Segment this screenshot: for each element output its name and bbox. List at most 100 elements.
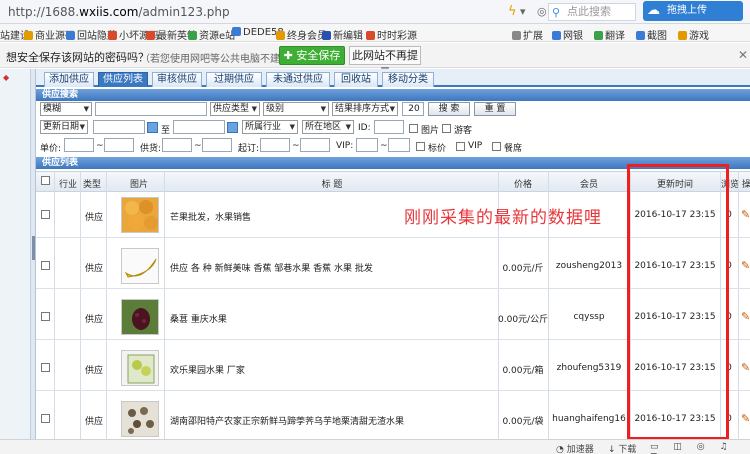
- bookmark-item[interactable]: 资源e站: [188, 27, 235, 41]
- keyword-input[interactable]: [95, 102, 207, 116]
- vip-max-input[interactable]: [388, 138, 410, 152]
- highlight-box: [627, 164, 729, 440]
- row-title[interactable]: 欢乐果园水果 厂家: [170, 363, 496, 376]
- tab-5[interactable]: 回收站: [334, 72, 378, 87]
- bookmark-item[interactable]: 新编辑: [322, 27, 363, 42]
- bookmark-item[interactable]: 游戏: [678, 27, 709, 42]
- accelerator-label: 加速器: [566, 445, 594, 454]
- vip-checkbox[interactable]: [456, 142, 465, 151]
- match-select[interactable]: 模糊 ▼: [40, 102, 92, 116]
- guest-checkbox[interactable]: [442, 124, 451, 133]
- bookmark-icon: [24, 31, 33, 40]
- tab-3[interactable]: 过期供应: [206, 72, 262, 87]
- tab-2[interactable]: 审核供应: [152, 72, 202, 87]
- row-title[interactable]: 湖南邵阳特产农家正宗新鲜马蹄荸荠乌芋地栗清甜无渣水果: [170, 414, 496, 427]
- date-from-input[interactable]: [93, 120, 145, 134]
- tab-0[interactable]: 添加供应: [44, 72, 94, 87]
- page-size-input[interactable]: 20: [402, 102, 424, 116]
- reset-button[interactable]: 重 置: [474, 102, 516, 116]
- bookmark-item[interactable]: 终身会员: [276, 27, 327, 41]
- standard-checkbox[interactable]: [416, 142, 425, 151]
- row-member[interactable]: zhoufeng5319: [548, 363, 630, 373]
- row-type: 供应: [84, 315, 103, 325]
- row-checkbox[interactable]: [41, 312, 50, 321]
- bookmark-item[interactable]: 时时彩源: [366, 27, 417, 41]
- accelerator-item[interactable]: ◔ 加速器: [556, 442, 594, 454]
- row-member[interactable]: cqyssp: [548, 312, 630, 322]
- price-label: 单价:: [40, 144, 62, 154]
- tab-4[interactable]: 未通过供应: [266, 72, 330, 87]
- row-checkbox[interactable]: [41, 414, 50, 423]
- close-icon[interactable]: ✕: [738, 48, 748, 62]
- select-all-checkbox[interactable]: [41, 176, 50, 185]
- bookmark-item[interactable]: 网银: [552, 27, 583, 41]
- row-title[interactable]: 供应 各 种 新鲜美味 香蕉 邹巷水果 香蕉 水果 批发: [170, 261, 496, 274]
- type-select[interactable]: 供应类型 ▼: [210, 102, 260, 116]
- vip-min-input[interactable]: [356, 138, 378, 152]
- bookmark-icon: [66, 31, 75, 40]
- row-checkbox[interactable]: [41, 210, 50, 219]
- date-select[interactable]: 更新日期 ▼: [40, 120, 88, 134]
- never-prompt-button[interactable]: 此网站不再提示: [349, 46, 421, 79]
- row-title[interactable]: 桑葚 重庆水果: [170, 312, 496, 325]
- bookmark-item[interactable]: 翻译: [594, 27, 625, 41]
- price-max-input[interactable]: [104, 138, 134, 152]
- search-button[interactable]: 搜 索: [428, 102, 470, 116]
- save-password-button[interactable]: ✚ 安全保存: [279, 46, 345, 65]
- product-thumbnail[interactable]: [121, 401, 159, 437]
- bookmark-item[interactable]: 截图: [636, 27, 667, 41]
- upload-button[interactable]: ☁ 拖拽上传: [643, 1, 743, 21]
- guest-check-label: 游客: [454, 126, 473, 136]
- calendar-icon[interactable]: [147, 122, 158, 133]
- area-select[interactable]: 所在地区 ▼: [302, 120, 354, 134]
- product-thumbnail[interactable]: [121, 248, 159, 284]
- password-question: 想安全保存该网站的密码吗？: [6, 51, 149, 64]
- col-member[interactable]: 会员: [548, 177, 630, 190]
- row-checkbox[interactable]: [41, 261, 50, 270]
- calendar-icon[interactable]: [227, 122, 238, 133]
- row-price: 0.00元/袋: [502, 417, 544, 427]
- annotation-text: 刚刚采集的最新的数据哩: [404, 208, 602, 228]
- level-select[interactable]: 级别 ▼: [263, 102, 329, 116]
- min-order-label: 起订:: [238, 144, 260, 154]
- supply-max-input[interactable]: [202, 138, 232, 152]
- bookmark-label: 新编辑: [333, 31, 363, 42]
- row-member[interactable]: huanghaifeng16: [548, 414, 630, 424]
- addressbar-tools-icon[interactable]: ▾ ◎: [520, 5, 551, 18]
- min-order-max-input[interactable]: [300, 138, 330, 152]
- bookmark-item[interactable]: 扩展: [512, 27, 543, 41]
- min-order-min-input[interactable]: [260, 138, 290, 152]
- lightning-icon[interactable]: ϟ: [508, 4, 517, 19]
- edit-pencil-icon[interactable]: ✎: [741, 310, 750, 323]
- url-field[interactable]: http://1688.wxiis.com/admin123.php: [8, 5, 230, 19]
- industry-select[interactable]: 所属行业 ▼: [242, 120, 298, 134]
- id-input[interactable]: [374, 120, 404, 134]
- edit-pencil-icon[interactable]: ✎: [741, 412, 750, 425]
- reserve-checkbox[interactable]: [492, 142, 501, 151]
- splitter-grip-icon[interactable]: [32, 236, 35, 260]
- product-thumbnail[interactable]: [121, 299, 159, 335]
- col-industry: 行业: [58, 180, 77, 190]
- price-min-input[interactable]: [64, 138, 94, 152]
- sort-select[interactable]: 结果排序方式 ▼: [332, 102, 398, 116]
- row-member[interactable]: zousheng2013: [548, 261, 630, 271]
- match-select-value: 模糊: [43, 104, 62, 114]
- row-checkbox[interactable]: [41, 363, 50, 372]
- image-checkbox[interactable]: [409, 124, 418, 133]
- supply-min-input[interactable]: [162, 138, 192, 152]
- status-icons[interactable]: ▭ ◫ ◎ ♫ ⊡: [650, 442, 750, 454]
- search-input[interactable]: ⚲ 点此搜索: [548, 3, 636, 21]
- col-price[interactable]: 价格: [498, 177, 548, 190]
- edit-pencil-icon[interactable]: ✎: [741, 361, 750, 374]
- bookmark-label: 游戏: [689, 31, 709, 42]
- date-to-input[interactable]: [173, 120, 225, 134]
- tab-6[interactable]: 移动分类: [382, 72, 434, 87]
- tilde-label: ~: [96, 141, 104, 151]
- col-title[interactable]: 标 题: [166, 177, 498, 190]
- tab-1[interactable]: 供应列表: [98, 72, 148, 87]
- edit-pencil-icon[interactable]: ✎: [741, 208, 750, 221]
- product-thumbnail[interactable]: [121, 350, 159, 386]
- download-item[interactable]: ↓ 下载: [608, 442, 636, 454]
- product-thumbnail[interactable]: [121, 197, 159, 233]
- edit-pencil-icon[interactable]: ✎: [741, 259, 750, 272]
